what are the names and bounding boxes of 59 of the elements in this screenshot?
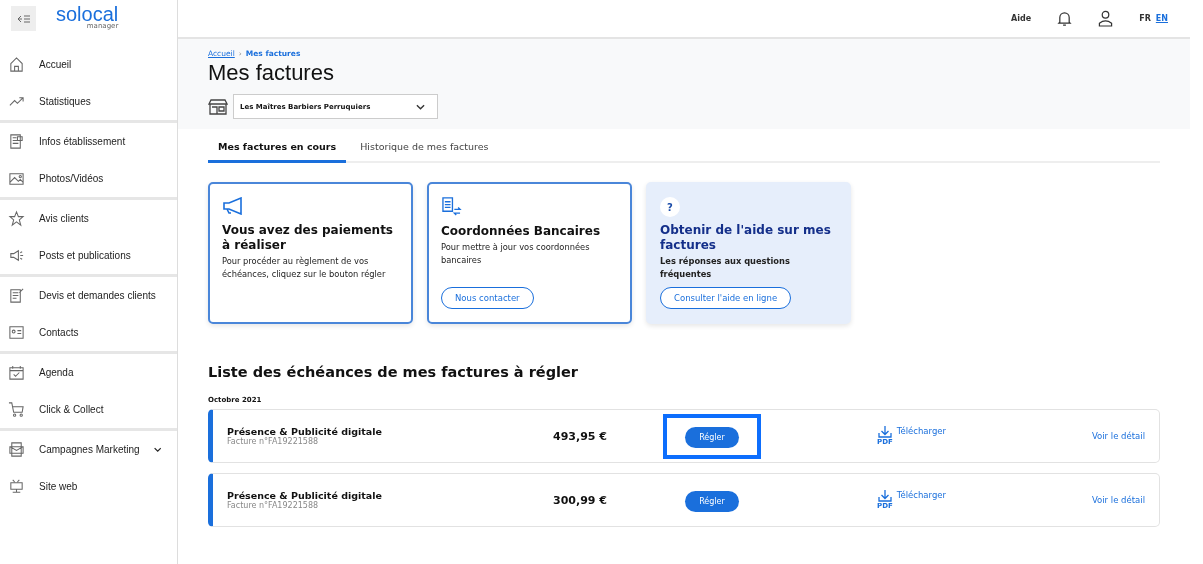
- logo-text[interactable]: solocal: [56, 3, 119, 25]
- document-icon: [8, 133, 25, 150]
- question-icon: ?: [660, 197, 680, 217]
- invoice-number: Facture n°FA19221588: [227, 437, 320, 446]
- download-link[interactable]: Télécharger: [896, 490, 947, 500]
- image-icon: [8, 170, 25, 187]
- invoice-amount: 300,99 €: [552, 493, 607, 507]
- star-icon: [8, 210, 25, 227]
- sidebar-item[interactable]: Posts et publications: [0, 237, 177, 274]
- card-text: Pour procéder au règlement de vos échéances, cliquez sur le bouton régler: [222, 255, 387, 281]
- invoice-title: Présence & Publicité digitale: [227, 426, 383, 437]
- tab[interactable]: Mes factures en cours: [208, 133, 347, 163]
- web-icon: [8, 478, 25, 495]
- user-icon[interactable]: [1098, 10, 1114, 27]
- megaphone-icon: [8, 247, 25, 264]
- card-text: Pour mettre à jour vos coordonnées bancaires: [441, 241, 591, 267]
- help-link[interactable]: Aide: [1011, 14, 1032, 23]
- invoice-amount: 493,95 €: [552, 429, 607, 443]
- sidebar-item[interactable]: Contacts: [0, 314, 177, 351]
- invoice-number: Facture n°FA19221588: [227, 501, 320, 510]
- language-link[interactable]: EN: [1155, 14, 1168, 23]
- card-title: Coordonnées Bancaires: [441, 224, 601, 239]
- sidebar-item[interactable]: Photos/Vidéos: [0, 160, 177, 197]
- megaphone-icon: [222, 197, 244, 215]
- detail-link[interactable]: Voir le détail: [1091, 495, 1145, 505]
- download-link[interactable]: Télécharger: [896, 426, 947, 436]
- language-link[interactable]: FR: [1139, 14, 1151, 23]
- envelope-icon: [8, 441, 25, 458]
- sidebar-item[interactable]: Avis clients: [0, 200, 177, 237]
- outline-button[interactable]: Nous contacter: [441, 287, 534, 309]
- chevron-down-icon: [416, 103, 425, 110]
- sidebar-item[interactable]: Statistiques: [0, 83, 177, 120]
- sidebar-item[interactable]: Accueil: [0, 46, 177, 83]
- collapse-icon: [16, 13, 31, 24]
- calendar-icon: [8, 364, 25, 381]
- pay-button[interactable]: Régler: [685, 426, 739, 448]
- card-text: Les réponses aux questions fréquentes: [660, 255, 791, 281]
- pay-button[interactable]: Régler: [685, 490, 739, 512]
- document-transfer-icon: [441, 197, 462, 216]
- invoice-title: Présence & Publicité digitale: [227, 490, 383, 501]
- cart-icon: [8, 401, 25, 418]
- house-icon: [8, 56, 25, 73]
- detail-link[interactable]: Voir le détail: [1091, 431, 1145, 441]
- page-title: Mes factures: [208, 60, 335, 86]
- storefront-icon: [208, 98, 228, 115]
- bell-icon[interactable]: [1057, 10, 1073, 27]
- contact-card-icon: [8, 324, 25, 341]
- outline-button[interactable]: Consulter l'aide en ligne: [660, 287, 792, 309]
- card-title: Vous avez des paiements à réaliser: [222, 223, 394, 253]
- tab[interactable]: Historique de mes factures: [350, 133, 499, 163]
- sidebar-item[interactable]: Site web: [0, 468, 177, 505]
- card-title: Obtenir de l'aide sur mes factures: [660, 223, 832, 253]
- section-title: Liste des échéances de mes factures à régler: [208, 364, 579, 380]
- note-icon: [8, 287, 25, 304]
- sidebar-item[interactable]: Click & Collect: [0, 391, 177, 428]
- sidebar-item[interactable]: Agenda: [0, 354, 177, 391]
- sidebar-item[interactable]: Devis et demandes clients: [0, 277, 177, 314]
- sidebar-item[interactable]: Campagnes Marketing: [0, 431, 177, 468]
- sidebar-item[interactable]: Infos établissement: [0, 123, 177, 160]
